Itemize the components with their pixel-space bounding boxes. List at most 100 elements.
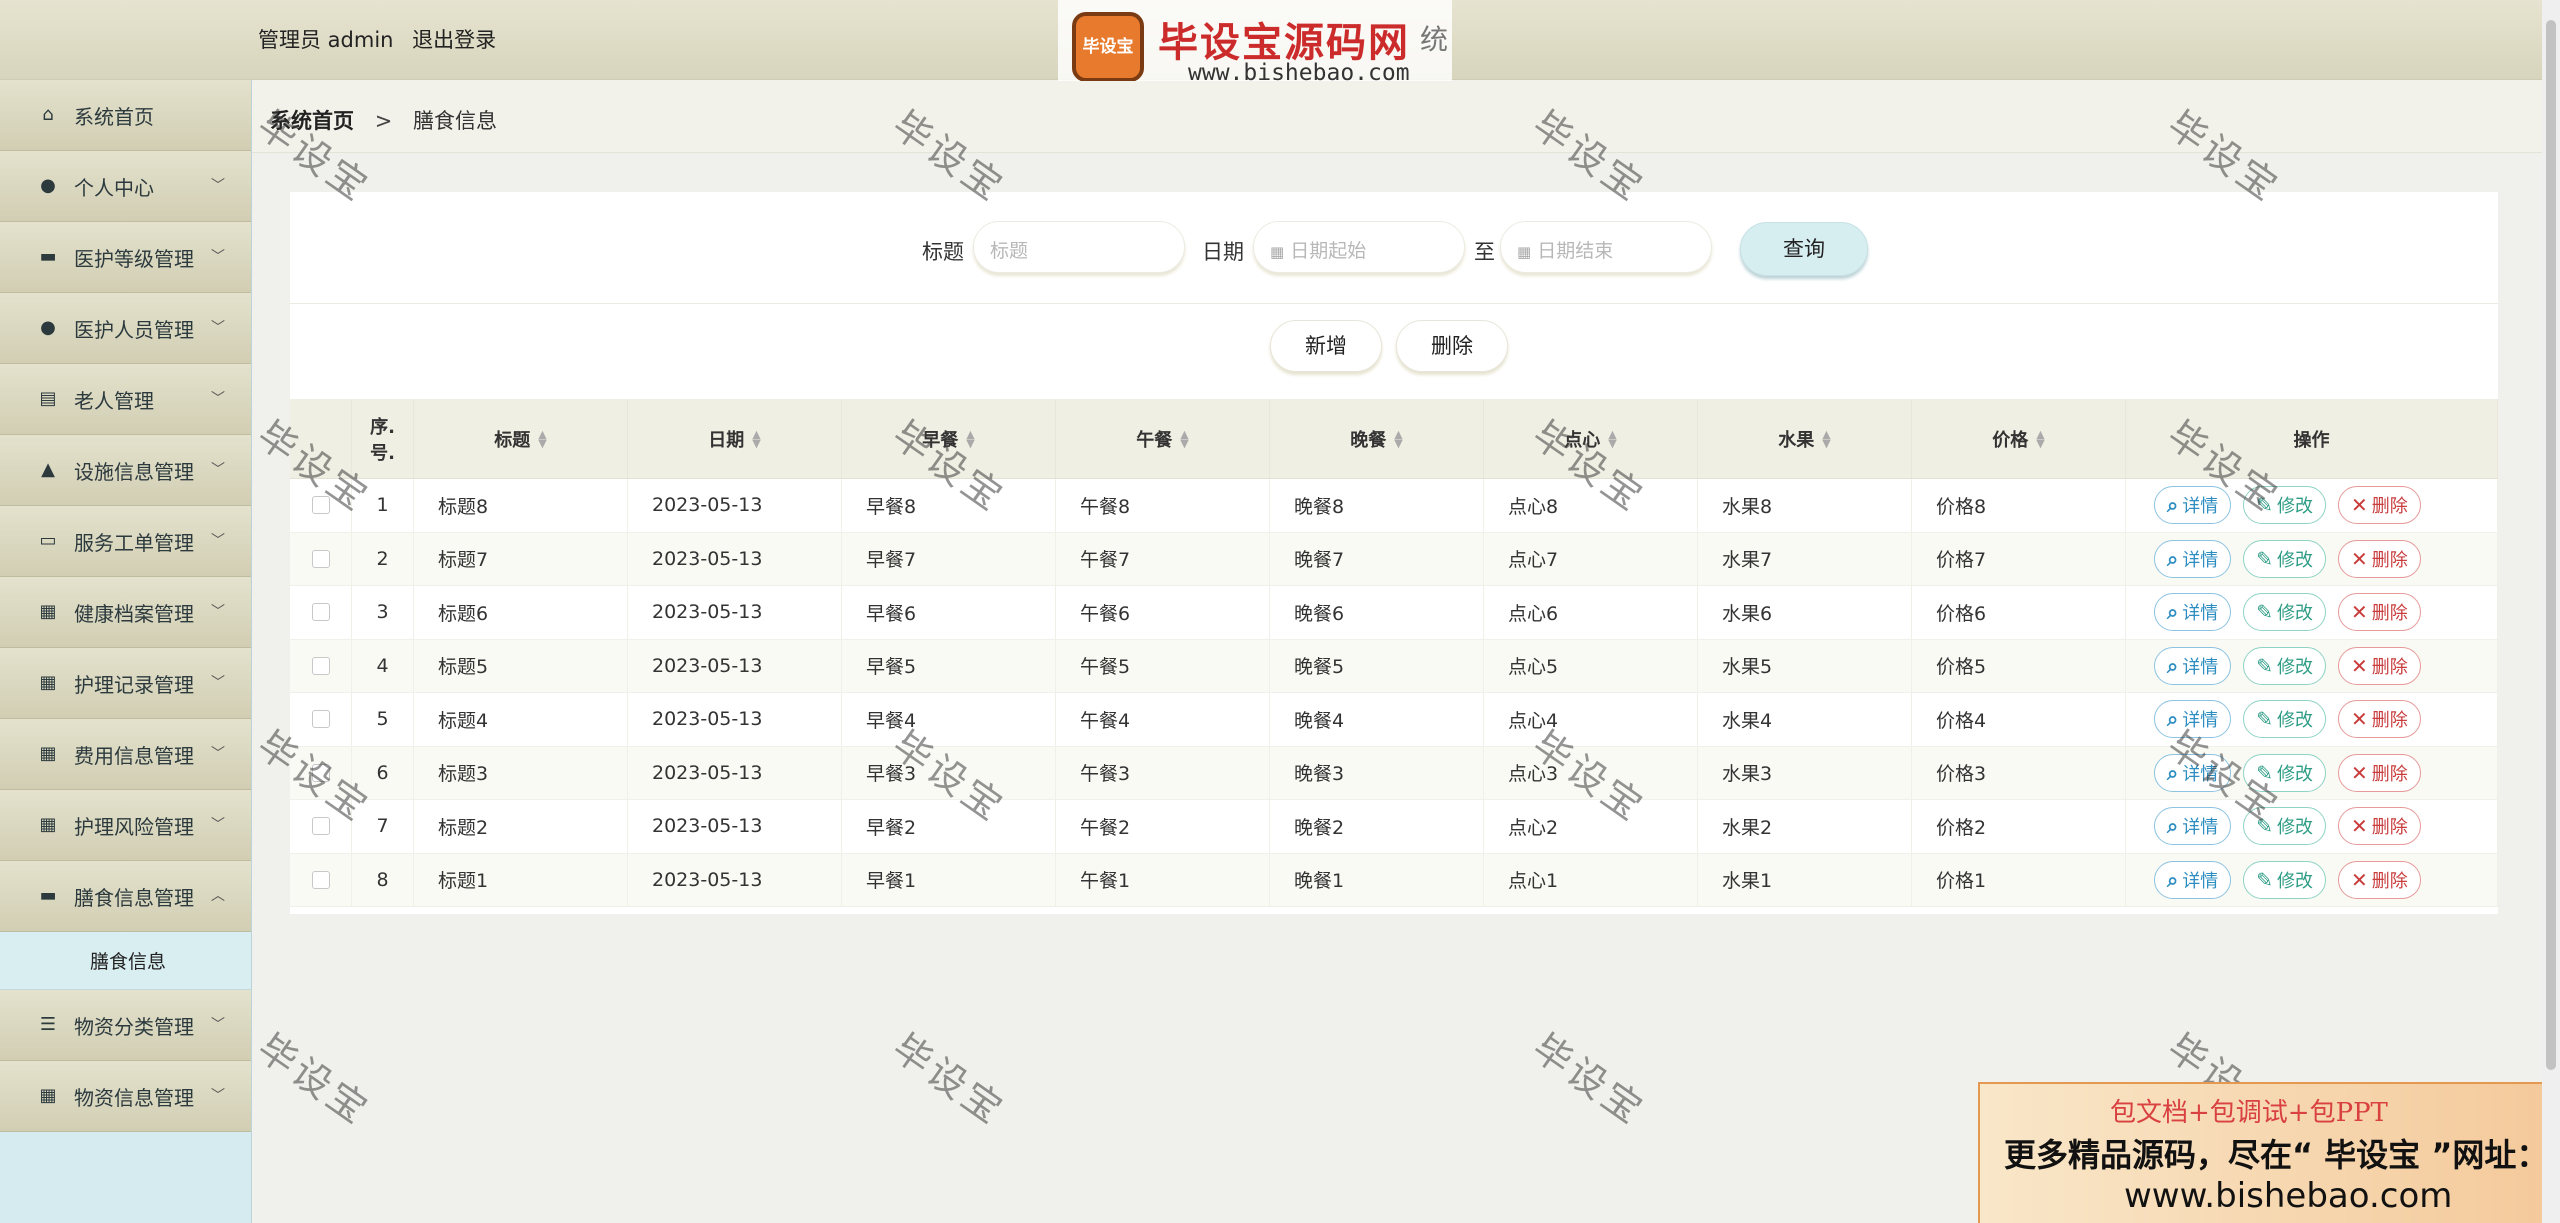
sort-icon[interactable]: ▲ ▼ — [1608, 429, 1616, 449]
search-icon: ⌕ — [2167, 546, 2179, 571]
sidebar-item-1[interactable]: ● 个人中心 ﹀ — [0, 151, 251, 222]
row-checkbox[interactable] — [311, 603, 330, 622]
sidebar-item-4[interactable]: ▤ 老人管理 ﹀ — [0, 364, 251, 435]
row-checkbox[interactable] — [311, 549, 330, 568]
edit-button[interactable]: ✎ 修改 — [2243, 860, 2326, 899]
edit-button[interactable]: ✎ 修改 — [2243, 807, 2326, 846]
date-range-to: 至 — [1474, 240, 1495, 264]
sidebar-item-5[interactable]: ▲ 设施信息管理 ﹀ — [0, 435, 251, 506]
delete-button[interactable]: ✕ 删除 — [2337, 593, 2421, 632]
sort-icon[interactable]: ▲ ▼ — [1394, 429, 1402, 449]
watermark-text: 毕设宝 — [249, 1025, 379, 1134]
sort-icon[interactable]: ▲ ▼ — [752, 429, 760, 449]
detail-button[interactable]: ⌕ 详情 — [2154, 860, 2232, 899]
cell-price: 价格2 — [1912, 800, 2126, 853]
date-end-input[interactable]: ▦ 日期结束 — [1500, 221, 1712, 273]
edit-button[interactable]: ✎ 修改 — [2243, 646, 2326, 685]
detail-button[interactable]: ⌕ 详情 — [2154, 646, 2232, 685]
cell-date: 2023-05-13 — [628, 532, 842, 585]
pencil-icon: ✎ — [2256, 760, 2273, 785]
cell-fruit: 水果2 — [1698, 800, 1912, 853]
row-checkbox[interactable] — [311, 870, 330, 889]
header-col-6[interactable]: 点心 ▲ ▼ — [1484, 399, 1698, 478]
header-select-cell[interactable] — [290, 399, 352, 478]
sidebar-item-label: 个人中心 — [74, 175, 154, 200]
batch-delete-button[interactable]: 删除 — [1396, 320, 1508, 372]
delete-button[interactable]: ✕ 删除 — [2337, 539, 2421, 578]
detail-button[interactable]: ⌕ 详情 — [2154, 753, 2232, 792]
sort-icon[interactable]: ▲ ▼ — [538, 429, 546, 449]
edit-button[interactable]: ✎ 修改 — [2243, 700, 2326, 739]
delete-button[interactable]: ✕ 删除 — [2337, 807, 2421, 846]
scrollbar-thumb[interactable] — [2546, 20, 2556, 1070]
watermark-text: 毕设宝 — [1524, 1025, 1654, 1134]
edit-button[interactable]: ✎ 修改 — [2243, 539, 2326, 578]
meal-table: 序. 号. 标题 ▲ ▼ 日期 ▲ ▼ 早餐 ▲ ▼ 午餐 ▲ ▼ 晚餐 ▲ ▼ 点心 ▲ ▼ 水果 ▲ ▼ 价格 ▲ ▼ 操作 1… — [290, 399, 2498, 907]
list-icon: ☰ — [39, 1014, 57, 1035]
row-actions: ⌕ 详情 ✎ 修改 ✕ 删除 — [2126, 800, 2498, 853]
sidebar-subitem-meal-info[interactable]: 膳食信息 — [0, 932, 251, 990]
cell-price: 价格8 — [1912, 479, 2126, 532]
row-checkbox[interactable] — [311, 496, 330, 515]
sidebar-item-10[interactable]: ▦ 护理风险管理 ﹀ — [0, 790, 251, 861]
header-col-8[interactable]: 价格 ▲ ▼ — [1912, 399, 2126, 478]
header-col-4[interactable]: 午餐 ▲ ▼ — [1056, 399, 1270, 478]
sidebar-item-3[interactable]: ● 医护人员管理 ﹀ — [0, 293, 251, 364]
date-start-input[interactable]: ▦ 日期起始 — [1253, 221, 1465, 273]
row-select-cell — [290, 746, 352, 799]
edit-button[interactable]: ✎ 修改 — [2243, 593, 2326, 632]
action-label: 修改 — [2276, 870, 2313, 892]
cell-breakfast: 早餐6 — [842, 586, 1056, 639]
add-button[interactable]: 新增 — [1270, 320, 1382, 372]
sidebar-item-2[interactable]: ▬ 医护等级管理 ﹀ — [0, 222, 251, 293]
sidebar-item-9[interactable]: ▦ 费用信息管理 ﹀ — [0, 719, 251, 790]
header-col-3[interactable]: 早餐 ▲ ▼ — [842, 399, 1056, 478]
sidebar-item-11[interactable]: ▬ 膳食信息管理 ︿ — [0, 861, 251, 932]
detail-button[interactable]: ⌕ 详情 — [2154, 807, 2232, 846]
sidebar-item-13[interactable]: ▦ 物资信息管理 ﹀ — [0, 1061, 251, 1132]
sidebar-item-12[interactable]: ☰ 物资分类管理 ﹀ — [0, 990, 251, 1061]
detail-button[interactable]: ⌕ 详情 — [2154, 593, 2232, 632]
cell-title: 标题3 — [414, 746, 628, 799]
sidebar-item-8[interactable]: ▦ 护理记录管理 ﹀ — [0, 648, 251, 719]
header-col-5[interactable]: 晚餐 ▲ ▼ — [1270, 399, 1484, 478]
delete-button[interactable]: ✕ 删除 — [2337, 700, 2421, 739]
logout-link[interactable]: 退出登录 — [412, 28, 496, 52]
table-row: 5 标题4 2023-05-13 早餐4 午餐4 晚餐4 点心4 水果4 价格4 ⌕ 详情 ✎ 修改 ✕ 删… — [290, 693, 2498, 747]
home-icon: ⌂ — [42, 104, 54, 125]
title-search-input[interactable]: 标题 — [973, 221, 1185, 273]
header-col-7[interactable]: 水果 ▲ ▼ — [1698, 399, 1912, 478]
delete-button[interactable]: ✕ 删除 — [2337, 753, 2421, 792]
row-checkbox[interactable] — [311, 763, 330, 782]
row-checkbox[interactable] — [311, 710, 330, 729]
ad-banner[interactable]: 包文档+包调试+包PPT 更多精品源码，尽在“ 毕设宝 ”网址： www.bis… — [1978, 1082, 2560, 1223]
edit-button[interactable]: ✎ 修改 — [2243, 486, 2326, 525]
delete-button[interactable]: ✕ 删除 — [2337, 486, 2421, 525]
page-scrollbar[interactable] — [2542, 0, 2560, 1223]
sidebar-item-0[interactable]: ⌂ 系统首页 — [0, 80, 251, 151]
cell-lunch: 午餐7 — [1056, 532, 1270, 585]
detail-button[interactable]: ⌕ 详情 — [2154, 539, 2232, 578]
sidebar-item-6[interactable]: ▭ 服务工单管理 ﹀ — [0, 506, 251, 577]
edit-button[interactable]: ✎ 修改 — [2243, 753, 2326, 792]
action-label: 删除 — [2371, 656, 2408, 678]
sidebar-item-7[interactable]: ▦ 健康档案管理 ﹀ — [0, 577, 251, 648]
cell-date: 2023-05-13 — [628, 746, 842, 799]
sort-icon[interactable]: ▲ ▼ — [966, 429, 974, 449]
delete-button[interactable]: ✕ 删除 — [2337, 860, 2421, 899]
query-button[interactable]: 查询 — [1740, 222, 1868, 276]
sort-icon[interactable]: ▲ ▼ — [1822, 429, 1830, 449]
delete-button[interactable]: ✕ 删除 — [2337, 646, 2421, 685]
monitor-icon: ▬ — [39, 885, 57, 906]
calendar-icon: ▦ — [1270, 243, 1285, 261]
detail-button[interactable]: ⌕ 详情 — [2154, 700, 2232, 739]
sidebar-item-label: 膳食信息管理 — [74, 885, 194, 910]
detail-button[interactable]: ⌕ 详情 — [2154, 486, 2232, 525]
row-checkbox[interactable] — [311, 817, 330, 836]
sort-icon[interactable]: ▲ ▼ — [2036, 429, 2044, 449]
breadcrumb-home[interactable]: 系统首页 — [270, 109, 354, 133]
sort-icon[interactable]: ▲ ▼ — [1180, 429, 1188, 449]
header-col-1[interactable]: 标题 ▲ ▼ — [414, 399, 628, 478]
row-checkbox[interactable] — [311, 656, 330, 675]
header-col-2[interactable]: 日期 ▲ ▼ — [628, 399, 842, 478]
